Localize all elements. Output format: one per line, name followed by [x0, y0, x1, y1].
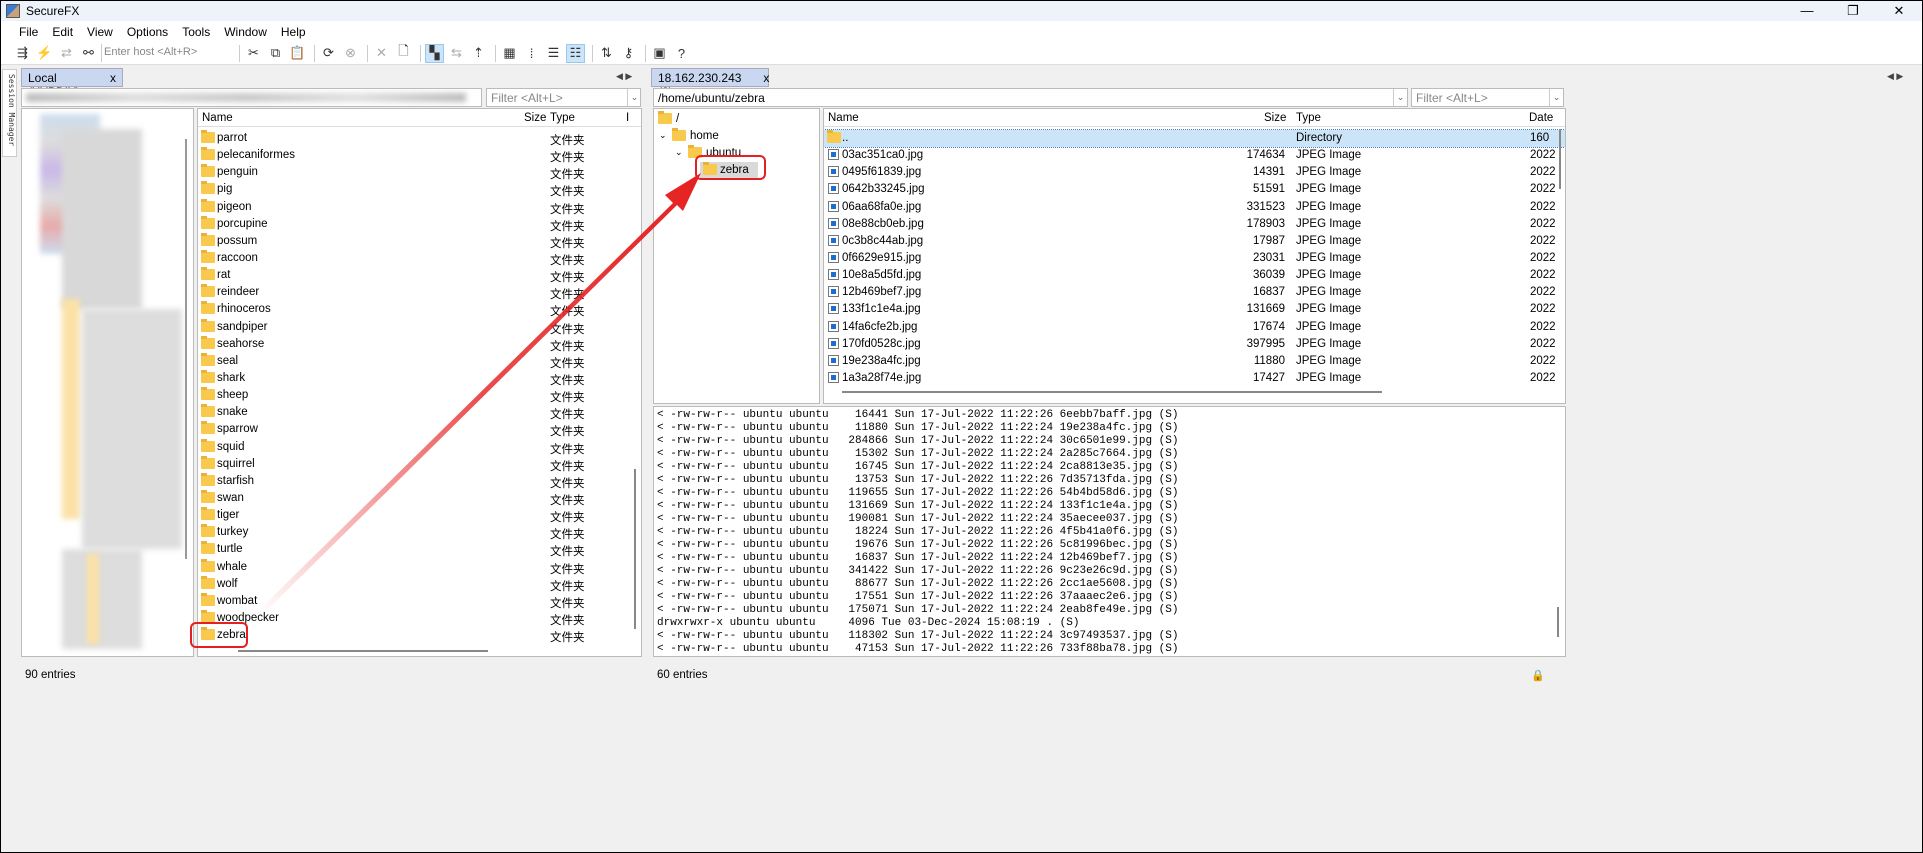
arrow-shape — [256, 173, 701, 617]
drag-arrow-annotation — [256, 173, 701, 617]
securefx-window: SecureFX — ❐ ✕ File Edit View Options To… — [1, 1, 1922, 852]
